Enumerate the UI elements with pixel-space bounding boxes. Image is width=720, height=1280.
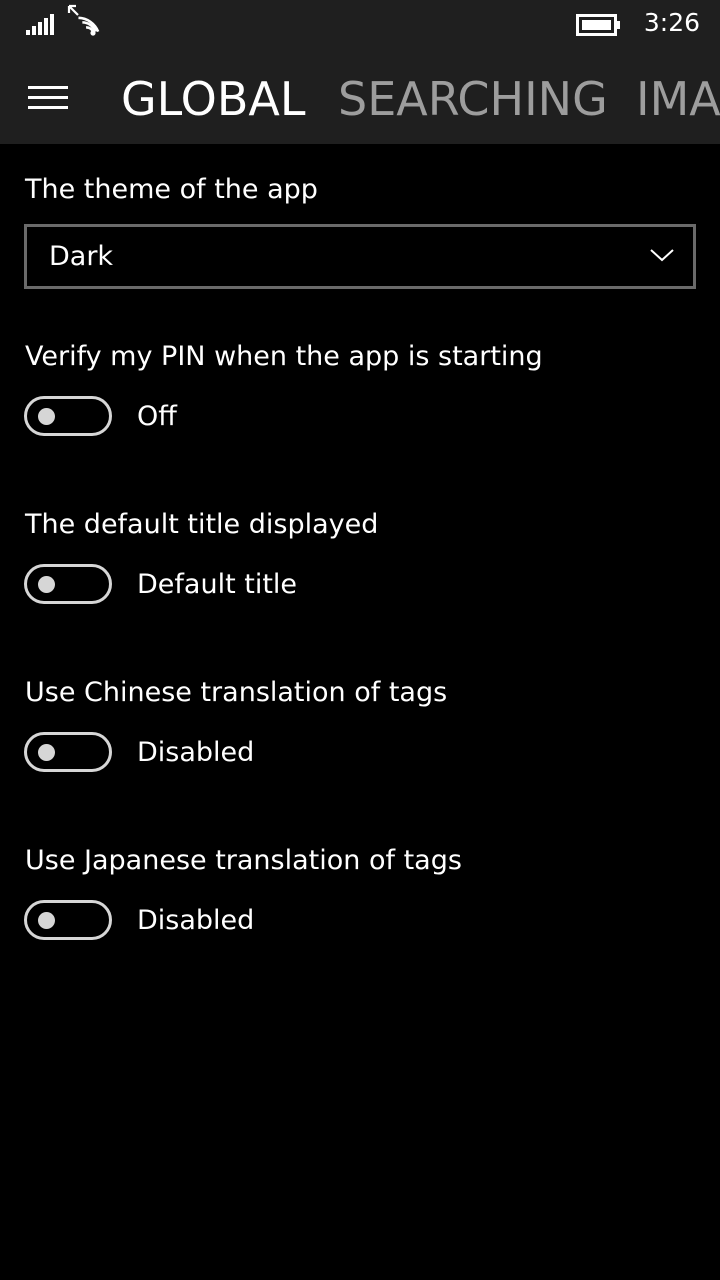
- japanese-translation-label: Use Japanese translation of tags: [25, 845, 462, 876]
- chinese-translation-toggle[interactable]: [24, 732, 112, 772]
- tab-searching[interactable]: SEARCHING: [338, 72, 608, 126]
- chinese-translation-label: Use Chinese translation of tags: [25, 677, 448, 708]
- tab-global[interactable]: GLOBAL: [121, 72, 306, 126]
- pivot-header: GLOBAL SEARCHING IMA: [0, 50, 720, 144]
- toggle-knob: [38, 408, 55, 425]
- theme-dropdown-value: Dark: [49, 241, 114, 272]
- verify-pin-toggle[interactable]: [24, 396, 112, 436]
- toggle-knob: [38, 576, 55, 593]
- japanese-translation-state: Disabled: [137, 905, 255, 936]
- wifi-icon: [67, 4, 100, 36]
- signal-icon: [26, 14, 54, 35]
- status-bar: 3:26: [0, 0, 720, 50]
- toggle-knob: [38, 912, 55, 929]
- chinese-translation-state: Disabled: [137, 737, 255, 768]
- toggle-knob: [38, 744, 55, 761]
- default-title-state: Default title: [137, 569, 298, 600]
- hamburger-menu-icon[interactable]: [22, 74, 74, 120]
- tab-images[interactable]: IMA: [636, 72, 720, 126]
- verify-pin-state: Off: [137, 401, 177, 432]
- theme-label: The theme of the app: [25, 174, 318, 205]
- theme-dropdown[interactable]: Dark: [24, 224, 696, 289]
- battery-icon: [576, 14, 620, 36]
- default-title-toggle[interactable]: [24, 564, 112, 604]
- verify-pin-label: Verify my PIN when the app is starting: [25, 341, 543, 372]
- default-title-label: The default title displayed: [25, 509, 379, 540]
- chevron-down-icon: [650, 249, 674, 262]
- japanese-translation-toggle[interactable]: [24, 900, 112, 940]
- clock: 3:26: [643, 8, 700, 37]
